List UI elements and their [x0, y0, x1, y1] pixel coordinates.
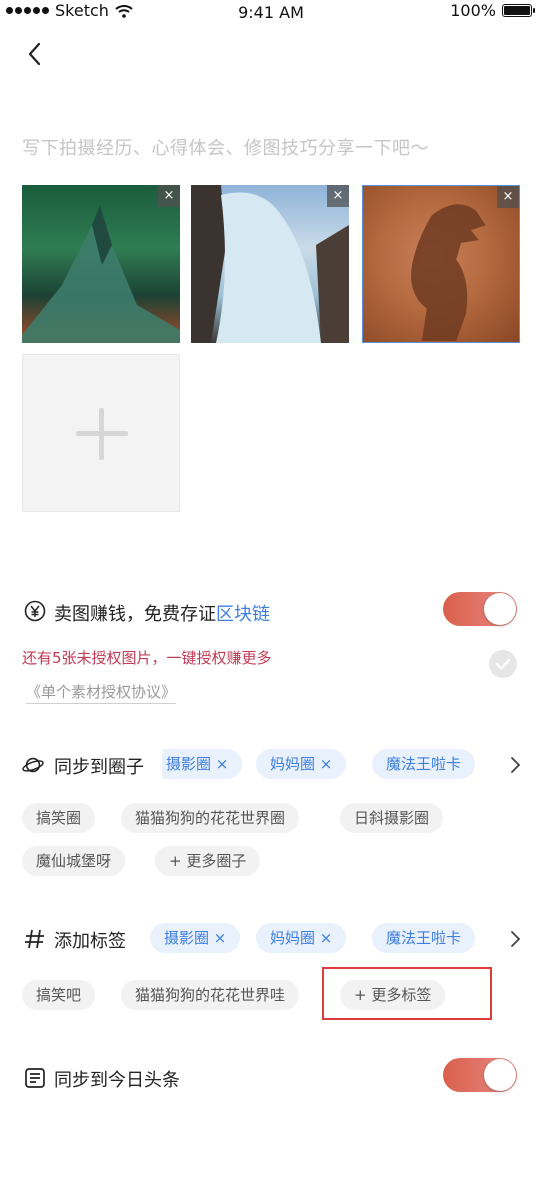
status-bar: Sketch 9:41 AM 100% — [0, 0, 542, 24]
selected-tags-scroller[interactable]: 摄影圈 × 妈妈圈 × 魔法王啦卡 — [150, 923, 500, 955]
back-arrow-icon[interactable] — [24, 40, 48, 68]
add-tags-title: 添加标签 — [54, 931, 126, 952]
dinosaur-image — [411, 204, 486, 341]
battery-group: 100% — [450, 1, 535, 20]
selected-tag-chip[interactable]: 妈妈圈 × — [256, 923, 347, 953]
planet-icon — [22, 757, 44, 773]
remove-photo-button[interactable]: × — [497, 186, 519, 208]
sync-toutiao-title: 同步到今日头条 — [54, 1070, 180, 1091]
battery-percent: 100% — [450, 1, 496, 20]
news-icon — [25, 1068, 45, 1088]
selected-circle-chip[interactable]: 摄影圈 × — [162, 749, 243, 779]
circle-suggestion-chip[interactable]: 猫猫狗狗的花花世界圈 — [121, 803, 300, 833]
sell-title: 卖图赚钱，免费存证区块链 — [54, 600, 270, 626]
authorize-check-icon[interactable] — [489, 650, 517, 678]
chevron-right-icon[interactable] — [508, 755, 522, 775]
photo-thumbnail-aurora[interactable]: × — [22, 185, 180, 343]
icefall-image — [191, 185, 349, 343]
circle-suggestion-chip[interactable]: 搞笑圈 — [22, 803, 96, 833]
yuan-coin-icon — [24, 600, 46, 622]
photo-thumbnail-dinosaur[interactable]: × — [362, 185, 520, 343]
add-photo-button[interactable] — [22, 354, 180, 512]
hashtag-icon — [25, 929, 44, 949]
post-text-input[interactable]: 写下拍摄经历、心得体会、修图技巧分享一下吧～ — [22, 134, 429, 160]
more-circles-button[interactable]: + 更多圈子 — [155, 846, 261, 876]
sell-toggle[interactable] — [443, 592, 517, 626]
toutiao-toggle[interactable] — [443, 1058, 517, 1092]
blockchain-link[interactable]: 区块链 — [216, 604, 270, 625]
remove-photo-button[interactable]: × — [158, 185, 180, 207]
toggle-knob — [484, 1059, 516, 1091]
authorize-promo-link[interactable]: 还有5张未授权图片，一键授权赚更多 — [22, 647, 272, 668]
sync-circles-title: 同步到圈子 — [54, 757, 144, 778]
aurora-mountain-image — [22, 205, 180, 343]
circle-suggestion-chip[interactable]: 日斜摄影圈 — [340, 803, 444, 833]
highlight-box — [322, 967, 492, 1020]
selected-tag-chip[interactable]: 魔法王啦卡 — [372, 923, 476, 953]
selected-circles-scroller[interactable]: 摄影圈 × 妈妈圈 × 魔法王啦卡 — [162, 749, 500, 781]
selected-tag-chip[interactable]: 摄影圈 × — [150, 923, 241, 953]
tag-suggestion-chip[interactable]: 搞笑吧 — [22, 980, 96, 1010]
selected-circle-chip[interactable]: 魔法王啦卡 — [372, 749, 476, 779]
photo-thumbnail-icefall[interactable]: × — [191, 185, 349, 343]
chevron-right-icon[interactable] — [508, 929, 522, 949]
tag-suggestion-chip[interactable]: 猫猫狗狗的花花世界哇 — [121, 980, 300, 1010]
circle-suggestion-chip[interactable]: 魔仙城堡呀 — [22, 846, 126, 876]
remove-photo-button[interactable]: × — [327, 185, 349, 207]
agreement-link[interactable]: 《单个素材授权协议》 — [26, 681, 177, 704]
toggle-knob — [484, 593, 516, 625]
sell-title-text: 卖图赚钱，免费存证 — [54, 604, 216, 625]
selected-circle-chip[interactable]: 妈妈圈 × — [256, 749, 347, 779]
battery-icon — [502, 4, 535, 17]
